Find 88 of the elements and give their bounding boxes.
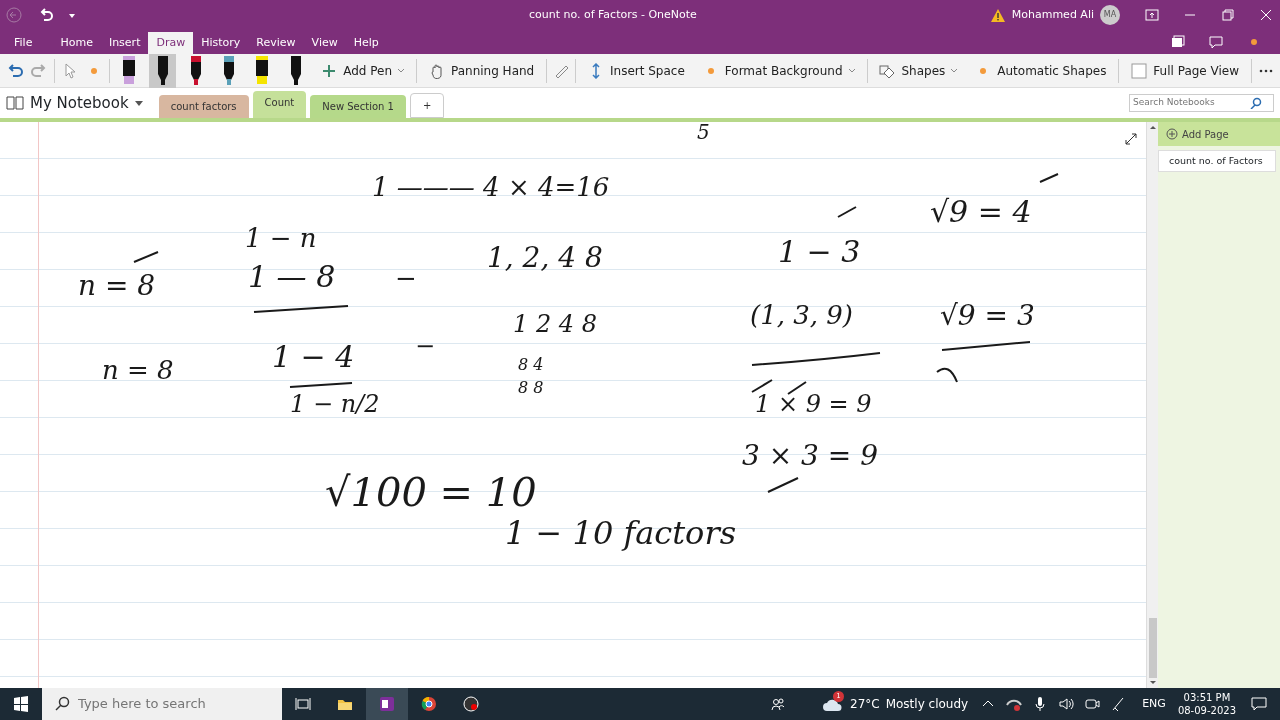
add-icon: [1166, 128, 1178, 140]
recorder-icon: [463, 696, 479, 712]
notebook-app-icon: [379, 696, 395, 712]
maximize-icon[interactable]: [1220, 7, 1236, 23]
handwritten-note: 1 − 3: [778, 237, 861, 267]
notebook-dropdown[interactable]: My Notebook: [6, 91, 143, 115]
menu-tab[interactable]: Review: [248, 31, 304, 54]
scroll-thumb[interactable]: [1148, 618, 1157, 678]
handwritten-note: √9 = 3: [940, 302, 1035, 330]
taskbar-search-field[interactable]: Type here to search: [76, 693, 246, 715]
taskbar-search-box[interactable]: Type here to search: [42, 688, 282, 720]
handwritten-note: 1, 2, 4 8: [487, 244, 603, 272]
notebook-icon: [6, 95, 24, 111]
handwritten-note: √100 = 10: [325, 472, 537, 512]
volume-icon[interactable]: [1058, 696, 1075, 712]
menu-tab[interactable]: History: [193, 31, 249, 54]
ribbon-button[interactable]: Panning Hand: [422, 59, 541, 82]
add-section-tab[interactable]: +: [409, 93, 445, 118]
section-tab[interactable]: count factors: [158, 95, 249, 118]
handwritten-note: 8 8: [518, 380, 544, 396]
handwritten-note: 5: [697, 122, 710, 142]
handwritten-note: 1 × 9 = 9: [755, 392, 872, 416]
restore-window-icon[interactable]: [1144, 7, 1160, 23]
search-box[interactable]: Search Notebooks: [1129, 94, 1274, 112]
dropdown-icon: [398, 68, 405, 73]
handwritten-note: 1 − n/2: [290, 392, 380, 416]
clock-time: 03:51 PM: [1182, 691, 1232, 704]
handwritten-note: 1 2 4 8: [513, 312, 597, 336]
task-view-icon: [295, 696, 311, 712]
handwritten-note: (1, 3, 9): [750, 302, 853, 328]
handwritten-note: √9 = 4: [930, 197, 1032, 227]
ribbon-button[interactable]: Full Page View: [1125, 59, 1246, 82]
people-icon[interactable]: [770, 696, 786, 712]
dropdown-icon: [951, 68, 958, 73]
caret-icon: [134, 100, 143, 106]
user-name: Mohammed Ali: [1011, 6, 1094, 23]
camera-icon[interactable]: [1084, 696, 1101, 712]
handwritten-note: 1 − 4: [272, 342, 355, 372]
ribbon-button[interactable]: Add Pen: [315, 59, 411, 82]
handwritten-note: −: [415, 334, 436, 358]
ribbon-button[interactable]: Shapes: [873, 59, 964, 82]
menu-tab[interactable]: Insert: [100, 31, 149, 54]
clock-date: 08-09-2023: [1177, 704, 1236, 717]
browser-icon: [421, 696, 437, 712]
shapes-icon: [879, 62, 896, 79]
menu-tab[interactable]: Home: [52, 31, 101, 54]
menu-tab[interactable]: Help: [345, 31, 387, 54]
handwritten-note: 1 − n: [245, 225, 317, 251]
taskbar-app[interactable]: [366, 688, 408, 720]
add-page-button[interactable]: Add Page: [1158, 122, 1280, 146]
search-icon: [1250, 97, 1262, 109]
handwritten-note: 3 × 3 = 9: [742, 442, 878, 470]
close-icon[interactable]: [1258, 7, 1274, 23]
expand-icon[interactable]: [1124, 132, 1138, 146]
ribbon-button[interactable]: Insert Space: [582, 59, 691, 82]
ribbon-button[interactable]: Automatic Shapes: [969, 59, 1113, 82]
window-title: count no. of Factors - OneNote: [527, 6, 698, 23]
handwritten-note: −: [395, 265, 417, 291]
warning-icon: [989, 7, 1006, 23]
scrollbar[interactable]: [1146, 122, 1158, 688]
pages-icon[interactable]: [1170, 34, 1186, 50]
dropdown-icon: [848, 68, 855, 73]
menu-tab[interactable]: View: [303, 31, 346, 54]
language-indicator[interactable]: ENG: [1142, 695, 1166, 713]
undo-icon[interactable]: [6, 61, 24, 80]
search-icon: [54, 696, 70, 712]
user-avatar[interactable]: MA: [1100, 5, 1120, 25]
page-item[interactable]: count no. of Factors: [1158, 150, 1276, 173]
handwritten-note: 1 − 10 factors: [505, 517, 737, 549]
handwritten-note: 8 4: [518, 357, 544, 373]
notifications-icon[interactable]: [1250, 696, 1268, 712]
section-tab[interactable]: Count: [252, 91, 307, 118]
page-icon: [1131, 62, 1148, 79]
pen-button[interactable]: [149, 53, 177, 88]
add-icon: [321, 62, 338, 79]
handwritten-note: 1 — 8: [248, 262, 336, 292]
ribbon-button[interactable]: Format Background: [696, 59, 861, 82]
menu-tab[interactable]: File: [6, 31, 41, 54]
comment-icon[interactable]: [1208, 34, 1224, 50]
handwritten-note: n = 8: [78, 272, 156, 300]
section-tab[interactable]: New Section 1: [310, 95, 406, 118]
menu-tab[interactable]: Draw: [148, 31, 194, 54]
handwritten-note: n = 8: [102, 357, 174, 383]
quick-access-icon[interactable]: [68, 11, 76, 19]
search-field[interactable]: Search Notebooks: [1130, 96, 1250, 110]
undo-icon[interactable]: [38, 7, 54, 23]
windows-icon: [13, 696, 29, 712]
handwritten-note: 1 ——— 4 × 4=16: [372, 174, 610, 200]
